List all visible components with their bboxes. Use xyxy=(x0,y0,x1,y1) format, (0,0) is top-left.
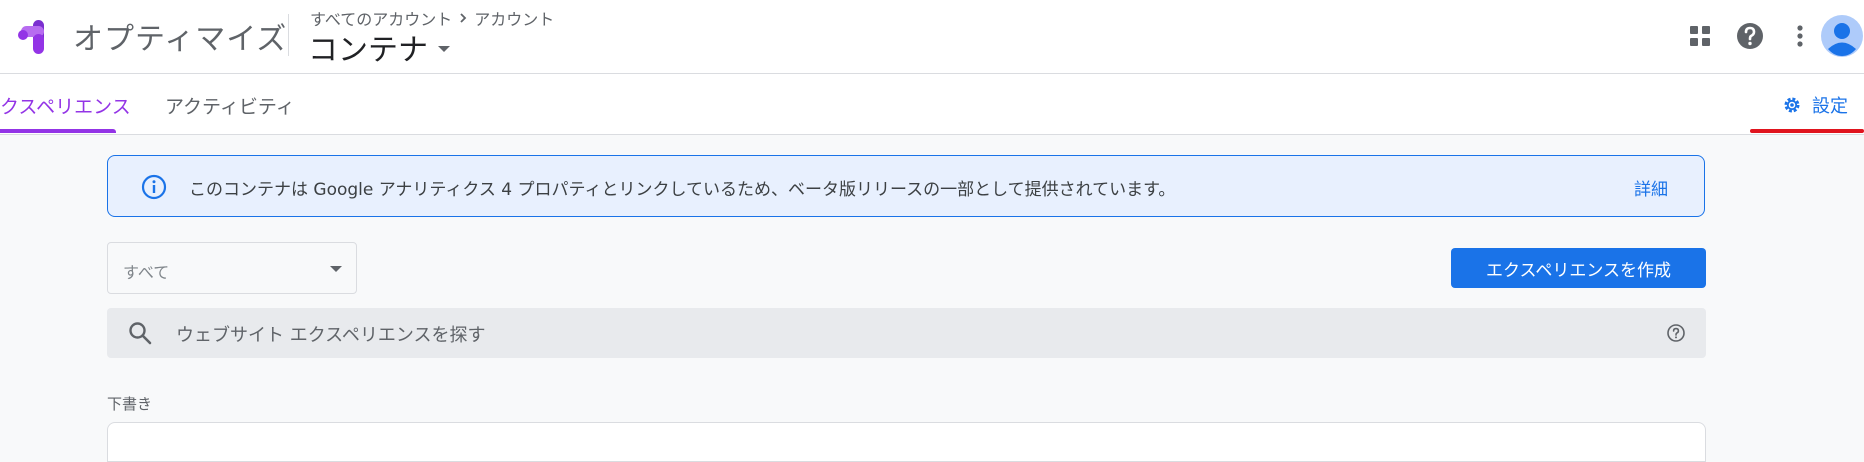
drafts-card xyxy=(107,422,1706,462)
filter-selected-value: すべて xyxy=(123,263,170,282)
settings-button[interactable]: 設定 xyxy=(1782,92,1848,118)
settings-label: 設定 xyxy=(1812,96,1848,117)
optimize-logo-icon[interactable] xyxy=(13,16,53,56)
app-header: オプティマイズ すべてのアカウント アカウント コンテナ xyxy=(0,0,1864,74)
container-selector[interactable]: コンテナ xyxy=(308,25,450,69)
header-divider xyxy=(288,14,289,56)
chevron-right-icon xyxy=(460,13,467,23)
search-bar[interactable]: ウェブサイト エクスペリエンスを探す xyxy=(107,308,1706,358)
search-input[interactable]: ウェブサイト エクスペリエンスを探す xyxy=(176,321,486,347)
tab-experiences[interactable]: クスペリエンス xyxy=(0,92,131,119)
learn-more-link[interactable]: 詳細 xyxy=(1634,175,1668,200)
info-banner: このコンテナは Google アナリティクス 4 プロパティとリンクしているため… xyxy=(107,155,1705,217)
more-vert-icon[interactable] xyxy=(1783,19,1817,53)
banner-message: このコンテナは Google アナリティクス 4 プロパティとリンクしているため… xyxy=(189,180,1176,200)
info-icon xyxy=(141,174,167,200)
create-experience-button[interactable]: エクスペリエンスを作成 xyxy=(1451,248,1706,288)
help-icon[interactable] xyxy=(1733,19,1767,53)
search-icon xyxy=(129,322,152,345)
apps-grid-icon[interactable] xyxy=(1683,19,1717,53)
drafts-section-heading: 下書き xyxy=(107,395,153,413)
tab-bar: クスペリエンス アクティビティ 設定 xyxy=(0,74,1864,135)
breadcrumb-item-account[interactable]: アカウント xyxy=(474,6,554,30)
help-outline-icon[interactable] xyxy=(1666,323,1686,343)
app-title: オプティマイズ xyxy=(73,22,288,57)
account-avatar-icon[interactable] xyxy=(1820,14,1864,58)
caret-down-icon xyxy=(330,266,342,272)
active-tab-indicator xyxy=(0,129,116,133)
tab-activity[interactable]: アクティビティ xyxy=(165,92,295,119)
settings-highlight-underline xyxy=(1750,129,1864,133)
caret-down-icon xyxy=(438,46,450,52)
gear-icon xyxy=(1784,97,1800,113)
container-name: コンテナ xyxy=(308,33,428,68)
status-filter-select[interactable]: すべて xyxy=(107,242,357,294)
